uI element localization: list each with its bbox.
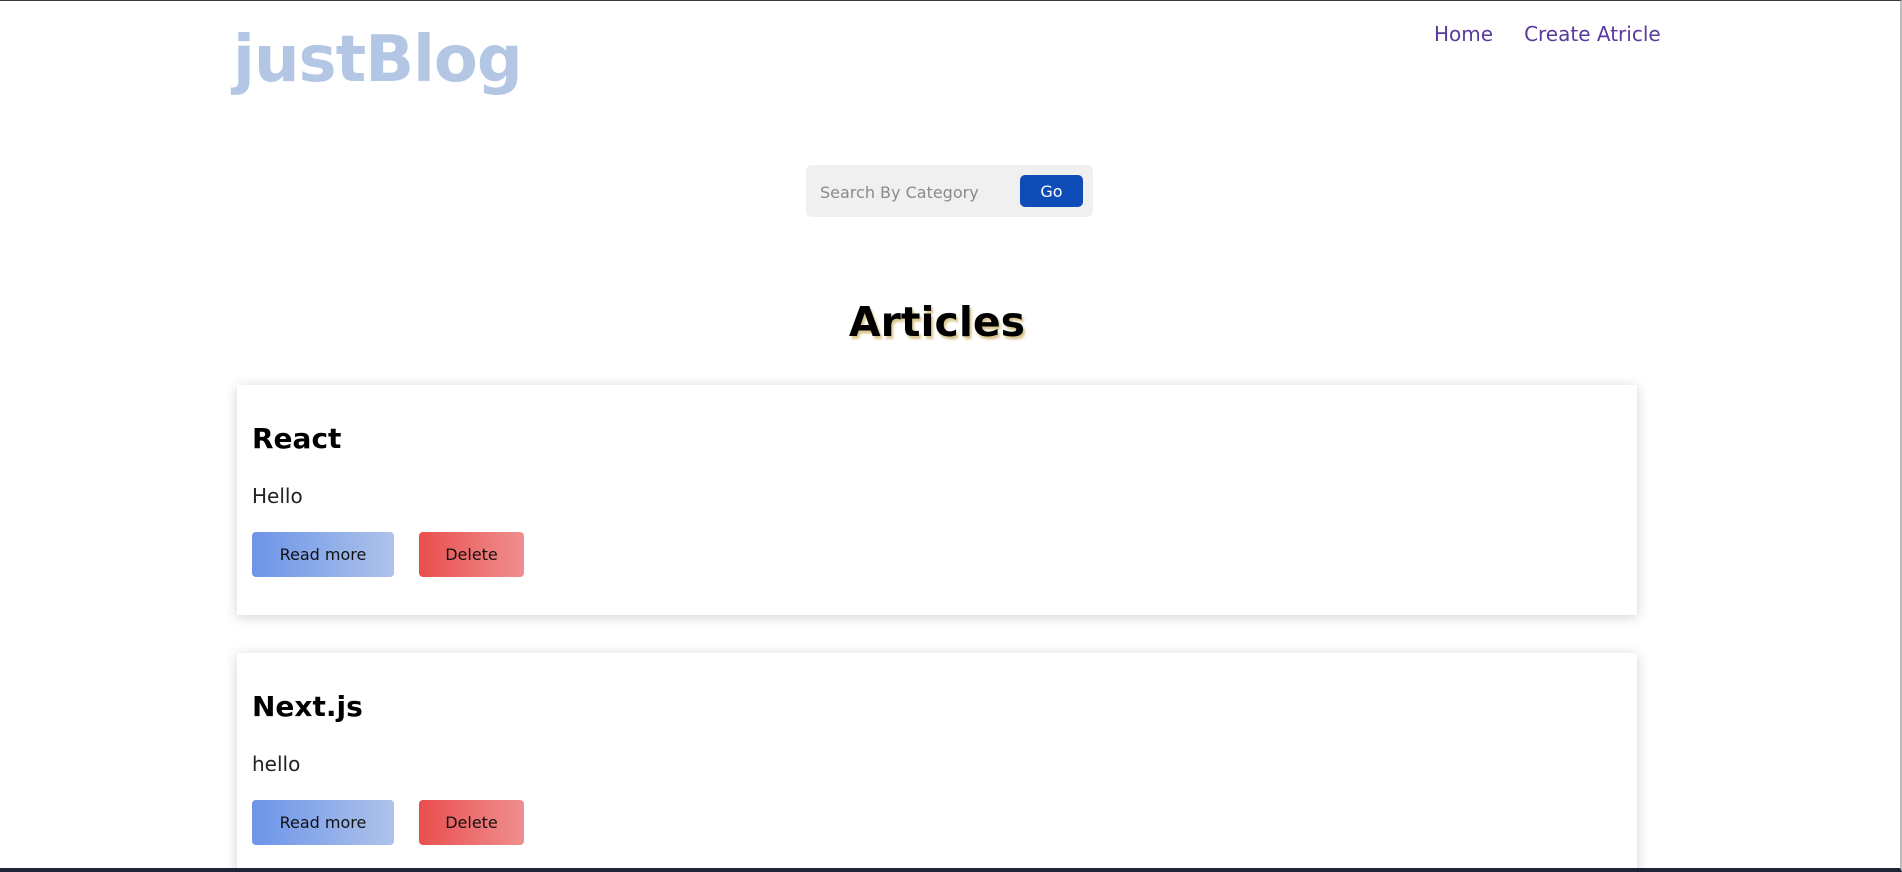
article-card: React Hello Read more Delete [237, 385, 1637, 615]
page: justBlog Home Create Atricle Go Articles… [0, 0, 1902, 872]
top-nav: Home Create Atricle [1434, 21, 1661, 47]
read-more-button[interactable]: Read more [252, 800, 394, 845]
article-title: Next.js [252, 690, 363, 723]
read-more-button[interactable]: Read more [252, 532, 394, 577]
article-body: Hello [252, 484, 303, 508]
category-search-form: Go [806, 165, 1093, 217]
article-body: hello [252, 752, 301, 776]
category-search-input[interactable] [818, 178, 1018, 206]
delete-button[interactable]: Delete [419, 532, 524, 577]
article-card: Next.js hello Read more Delete [237, 653, 1637, 868]
nav-create-article-link[interactable]: Create Atricle [1524, 21, 1661, 47]
article-title: React [252, 422, 342, 455]
page-title: Articles [848, 298, 1026, 346]
site-logo[interactable]: justBlog [233, 23, 523, 97]
go-button[interactable]: Go [1020, 175, 1083, 207]
nav-home-link[interactable]: Home [1434, 21, 1493, 47]
delete-button[interactable]: Delete [419, 800, 524, 845]
